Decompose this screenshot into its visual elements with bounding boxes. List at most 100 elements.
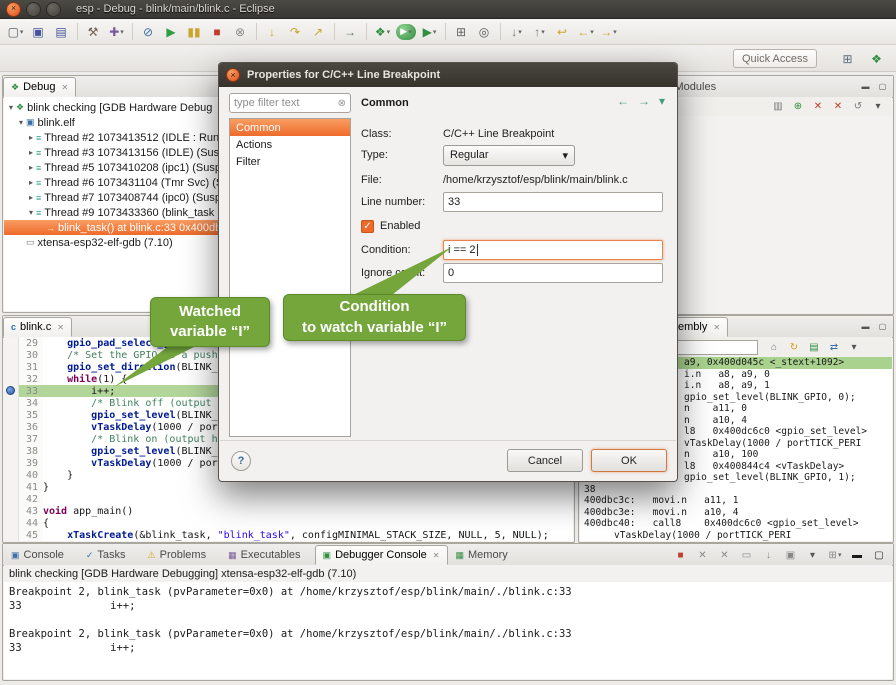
forward-icon[interactable]: →: [638, 94, 650, 108]
dialog-close-button[interactable]: ×: [226, 68, 240, 82]
editor-ruler-cell[interactable]: [4, 337, 19, 349]
editor-ruler-cell[interactable]: [4, 517, 19, 529]
clear-filter-icon[interactable]: ⊗: [338, 98, 346, 109]
refresh-button[interactable]: ↻: [784, 339, 804, 355]
tree-expander-icon[interactable]: ▾: [6, 103, 16, 112]
editor-ruler-cell[interactable]: [4, 445, 19, 457]
ok-button[interactable]: OK: [591, 449, 667, 472]
open-console-button[interactable]: ⊞ ▾: [825, 547, 845, 563]
breakpoint-icon[interactable]: [6, 386, 15, 395]
step-into-button[interactable]: ↓: [261, 22, 284, 42]
remove-all-register-groups-button[interactable]: ✕: [828, 99, 848, 115]
dialog-titlebar[interactable]: × Properties for C/C++ Line Breakpoint: [219, 63, 677, 87]
debug-perspective-button[interactable]: ❖: [865, 49, 888, 69]
window-close-button[interactable]: ×: [6, 2, 21, 17]
view-menu-button[interactable]: ▾: [868, 99, 888, 115]
editor-ruler-cell[interactable]: [4, 373, 19, 385]
debug-button[interactable]: ❖ ▾: [371, 22, 394, 42]
layout-button[interactable]: ▥: [768, 99, 788, 115]
new-button[interactable]: ▢ ▾: [4, 22, 27, 42]
remove-all-terminated-button[interactable]: ✕: [715, 547, 735, 563]
remove-register-group-button[interactable]: ✕: [808, 99, 828, 115]
editor-ruler-cell[interactable]: [4, 397, 19, 409]
tree-expander-icon[interactable]: ▾: [26, 208, 36, 217]
nav-item-filter[interactable]: Filter: [230, 153, 350, 170]
maximize-view-button[interactable]: ▢: [876, 320, 889, 332]
disconnect-button[interactable]: ⊗: [229, 22, 252, 42]
tab-blink-c[interactable]: c blink.c ✕: [3, 317, 72, 337]
resume-button[interactable]: ▶: [160, 22, 183, 42]
editor-ruler-cell[interactable]: [4, 361, 19, 373]
sync-button[interactable]: ⇄: [824, 339, 844, 355]
tab-debugger-console[interactable]: ▣ Debugger Console ✕: [315, 545, 448, 565]
editor-ruler-cell[interactable]: [4, 505, 19, 517]
tab-executables[interactable]: ▦ Executables: [220, 545, 314, 565]
type-dropdown[interactable]: Regular ▾: [443, 145, 575, 166]
scroll-lock-button[interactable]: ↓: [759, 547, 779, 563]
view-menu-button[interactable]: ▾: [844, 339, 864, 355]
tab-close-icon[interactable]: ✕: [713, 323, 720, 332]
tree-expander-icon[interactable]: ▸: [26, 178, 36, 187]
condition-input[interactable]: i == 2: [443, 240, 663, 260]
editor-ruler-cell[interactable]: [4, 409, 19, 421]
minimize-view-button[interactable]: ▬: [859, 320, 872, 332]
tree-expander-icon[interactable]: ▸: [26, 193, 36, 202]
remove-launch-button[interactable]: ✕: [693, 547, 713, 563]
restore-default-groups-button[interactable]: ↺: [848, 99, 868, 115]
forward-button[interactable]: → ▾: [597, 22, 620, 42]
next-annotation-button[interactable]: ↓ ▾: [505, 22, 528, 42]
home-button[interactable]: ⌂: [764, 339, 784, 355]
editor-ruler-cell[interactable]: [4, 493, 19, 505]
tree-expander-icon[interactable]: ▸: [26, 148, 36, 157]
external-tools-button[interactable]: ▶ ▾: [418, 22, 441, 42]
tab-tasks[interactable]: ✓ Tasks: [78, 545, 140, 565]
add-register-group-button[interactable]: ⊕: [788, 99, 808, 115]
nav-item-common[interactable]: Common: [230, 119, 350, 136]
show-source-button[interactable]: ▤: [804, 339, 824, 355]
editor-ruler-cell[interactable]: [4, 481, 19, 493]
minimize-view-button[interactable]: ▬: [847, 547, 867, 563]
search-button[interactable]: ◎: [473, 22, 496, 42]
window-maximize-button[interactable]: [46, 2, 61, 17]
build-button[interactable]: ⚒: [82, 22, 105, 42]
instruction-stepping-button[interactable]: →: [339, 22, 362, 42]
tab-console[interactable]: ▣ Console: [3, 545, 78, 565]
tab-close-icon[interactable]: ✕: [57, 323, 64, 332]
previous-annotation-button[interactable]: ↑ ▾: [528, 22, 551, 42]
maximize-view-button[interactable]: ▢: [869, 547, 889, 563]
editor-ruler-cell[interactable]: [4, 349, 19, 361]
terminate-button[interactable]: ■: [671, 547, 691, 563]
minimize-view-button[interactable]: ▬: [859, 80, 872, 92]
editor-ruler-cell[interactable]: [4, 421, 19, 433]
tab-problems[interactable]: ⚠ Problems: [140, 545, 221, 565]
step-return-button[interactable]: ↗: [307, 22, 330, 42]
tree-expander-icon[interactable]: ▸: [26, 133, 36, 142]
last-edit-location-button[interactable]: ↩: [551, 22, 574, 42]
view-menu-icon[interactable]: ▾: [659, 94, 665, 108]
line-number-input[interactable]: 33: [443, 192, 663, 212]
save-button[interactable]: ▣: [27, 22, 50, 42]
filter-input[interactable]: type filter text ⊗: [229, 93, 351, 113]
quick-access-button[interactable]: Quick Access: [733, 49, 817, 68]
skip-breakpoints-button[interactable]: ⊘: [137, 22, 160, 42]
tab-debug[interactable]: ❖ Debug ✕: [3, 77, 76, 97]
tree-expander-icon[interactable]: ▾: [16, 118, 26, 127]
tree-expander-icon[interactable]: ▸: [26, 163, 36, 172]
terminate-button[interactable]: ■: [206, 22, 229, 42]
window-minimize-button[interactable]: [26, 2, 41, 17]
display-console-button[interactable]: ▾: [803, 547, 823, 563]
help-button[interactable]: ?: [231, 451, 251, 471]
maximize-view-button[interactable]: ▢: [876, 80, 889, 92]
suspend-button[interactable]: ▮▮: [183, 22, 206, 42]
editor-ruler-cell[interactable]: [4, 457, 19, 469]
pin-console-button[interactable]: ▣: [781, 547, 801, 563]
save-all-button[interactable]: ▤: [50, 22, 73, 42]
open-perspective-button[interactable]: ⊞: [836, 49, 859, 69]
tab-memory[interactable]: ▦ Memory: [448, 545, 522, 565]
clear-console-button[interactable]: ▭: [737, 547, 757, 563]
editor-ruler-cell[interactable]: [4, 469, 19, 481]
editor-ruler-cell[interactable]: [4, 529, 19, 541]
ignore-count-input[interactable]: 0: [443, 263, 663, 283]
run-button[interactable]: ▶ ▾: [396, 24, 416, 40]
console-output[interactable]: Breakpoint 2, blink_task (pvParameter=0x…: [4, 582, 892, 679]
